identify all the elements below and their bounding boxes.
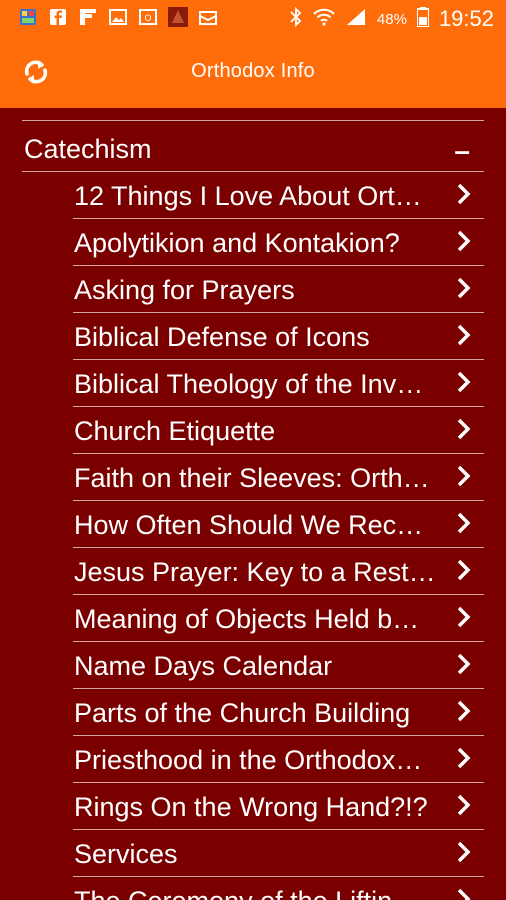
chevron-right-icon	[456, 793, 472, 817]
battery-icon	[415, 6, 430, 32]
app-bar: Orthodox Info	[0, 38, 506, 108]
flipboard-icon	[78, 8, 98, 26]
list-item-label: Biblical Defense of Icons	[74, 322, 370, 352]
top-divider	[22, 120, 484, 121]
list-item[interactable]: Parts of the Church Building	[73, 689, 484, 736]
chevron-right-icon	[456, 887, 472, 900]
chevron-right-icon	[456, 840, 472, 864]
app-icon	[18, 8, 38, 26]
list-item[interactable]: Asking for Prayers	[73, 266, 484, 313]
notification-icons: O	[18, 7, 218, 27]
bluetooth-icon	[289, 6, 303, 32]
list-item-label: Apolytikion and Kontakion?	[74, 228, 400, 258]
chevron-right-icon	[456, 276, 472, 300]
battery-percent: 48%	[376, 10, 407, 28]
chevron-right-icon	[456, 652, 472, 676]
list-item-label: Rings On the Wrong Hand?!?	[74, 792, 428, 822]
list-item-label: Parts of the Church Building	[74, 698, 411, 728]
chevron-right-icon	[456, 182, 472, 206]
list-item-label: Biblical Theology of the Inv…	[74, 369, 424, 399]
collapse-icon[interactable]: –	[454, 137, 470, 165]
status-bar: O 48% 19:52	[0, 0, 506, 38]
list-item[interactable]: Biblical Theology of the Inv…	[73, 360, 484, 407]
signal-icon	[345, 7, 367, 32]
section-label: Catechism	[24, 134, 152, 164]
list-item-label: How Often Should We Rec…	[74, 510, 424, 540]
list-item-label: Church Etiquette	[74, 416, 276, 446]
facebook-icon	[48, 8, 68, 26]
list-item-label: 12 Things I Love About Ort…	[74, 181, 422, 211]
gallery-icon	[108, 8, 128, 26]
list-item[interactable]: Church Etiquette	[73, 407, 484, 454]
list-item[interactable]: Meaning of Objects Held b…	[73, 595, 484, 642]
list-item[interactable]: Faith on their Sleeves: Orth…	[73, 454, 484, 501]
list-item[interactable]: Priesthood in the Orthodox…	[73, 736, 484, 783]
chevron-right-icon	[456, 323, 472, 347]
list-item[interactable]: Name Days Calendar	[73, 642, 484, 689]
chevron-right-icon	[456, 746, 472, 770]
list-item-label: Jesus Prayer: Key to a Rest…	[74, 557, 436, 587]
chevron-right-icon	[456, 417, 472, 441]
chevron-right-icon	[456, 464, 472, 488]
section-header-catechism[interactable]: Catechism –	[22, 122, 484, 172]
chevron-right-icon	[456, 558, 472, 582]
chevron-right-icon	[456, 605, 472, 629]
clock: 19:52	[438, 6, 494, 31]
mail-icon	[198, 8, 218, 26]
list-item-label: Services	[74, 839, 178, 869]
list-item[interactable]: Services	[73, 830, 484, 877]
list-item[interactable]: Apolytikion and Kontakion?	[73, 219, 484, 266]
app-icon-2	[168, 7, 188, 27]
list-item[interactable]: Jesus Prayer: Key to a Rest…	[73, 548, 484, 595]
list-item-label: Priesthood in the Orthodox…	[74, 745, 423, 775]
list-item[interactable]: Biblical Defense of Icons	[73, 313, 484, 360]
office-icon: O	[138, 8, 158, 26]
chevron-right-icon	[456, 370, 472, 394]
list-item-label: Meaning of Objects Held b…	[74, 604, 420, 634]
list-item-label: Asking for Prayers	[74, 275, 295, 305]
list-item[interactable]: 12 Things I Love About Ort…	[73, 172, 484, 219]
list-item-label: Faith on their Sleeves: Orth…	[74, 463, 430, 493]
system-status: 48% 19:52	[289, 4, 494, 34]
svg-text:O: O	[144, 14, 151, 24]
chevron-right-icon	[456, 699, 472, 723]
list-item-label: The Ceremony of the Liftin…	[74, 886, 442, 900]
list-item[interactable]: The Ceremony of the Liftin…	[73, 877, 484, 900]
list-item[interactable]: How Often Should We Rec…	[73, 501, 484, 548]
chevron-right-icon	[456, 229, 472, 253]
wifi-icon	[313, 8, 335, 31]
app-title: Orthodox Info	[191, 60, 315, 82]
list-item[interactable]: Rings On the Wrong Hand?!?	[73, 783, 484, 830]
chevron-right-icon	[456, 511, 472, 535]
list-item-label: Name Days Calendar	[74, 651, 333, 681]
